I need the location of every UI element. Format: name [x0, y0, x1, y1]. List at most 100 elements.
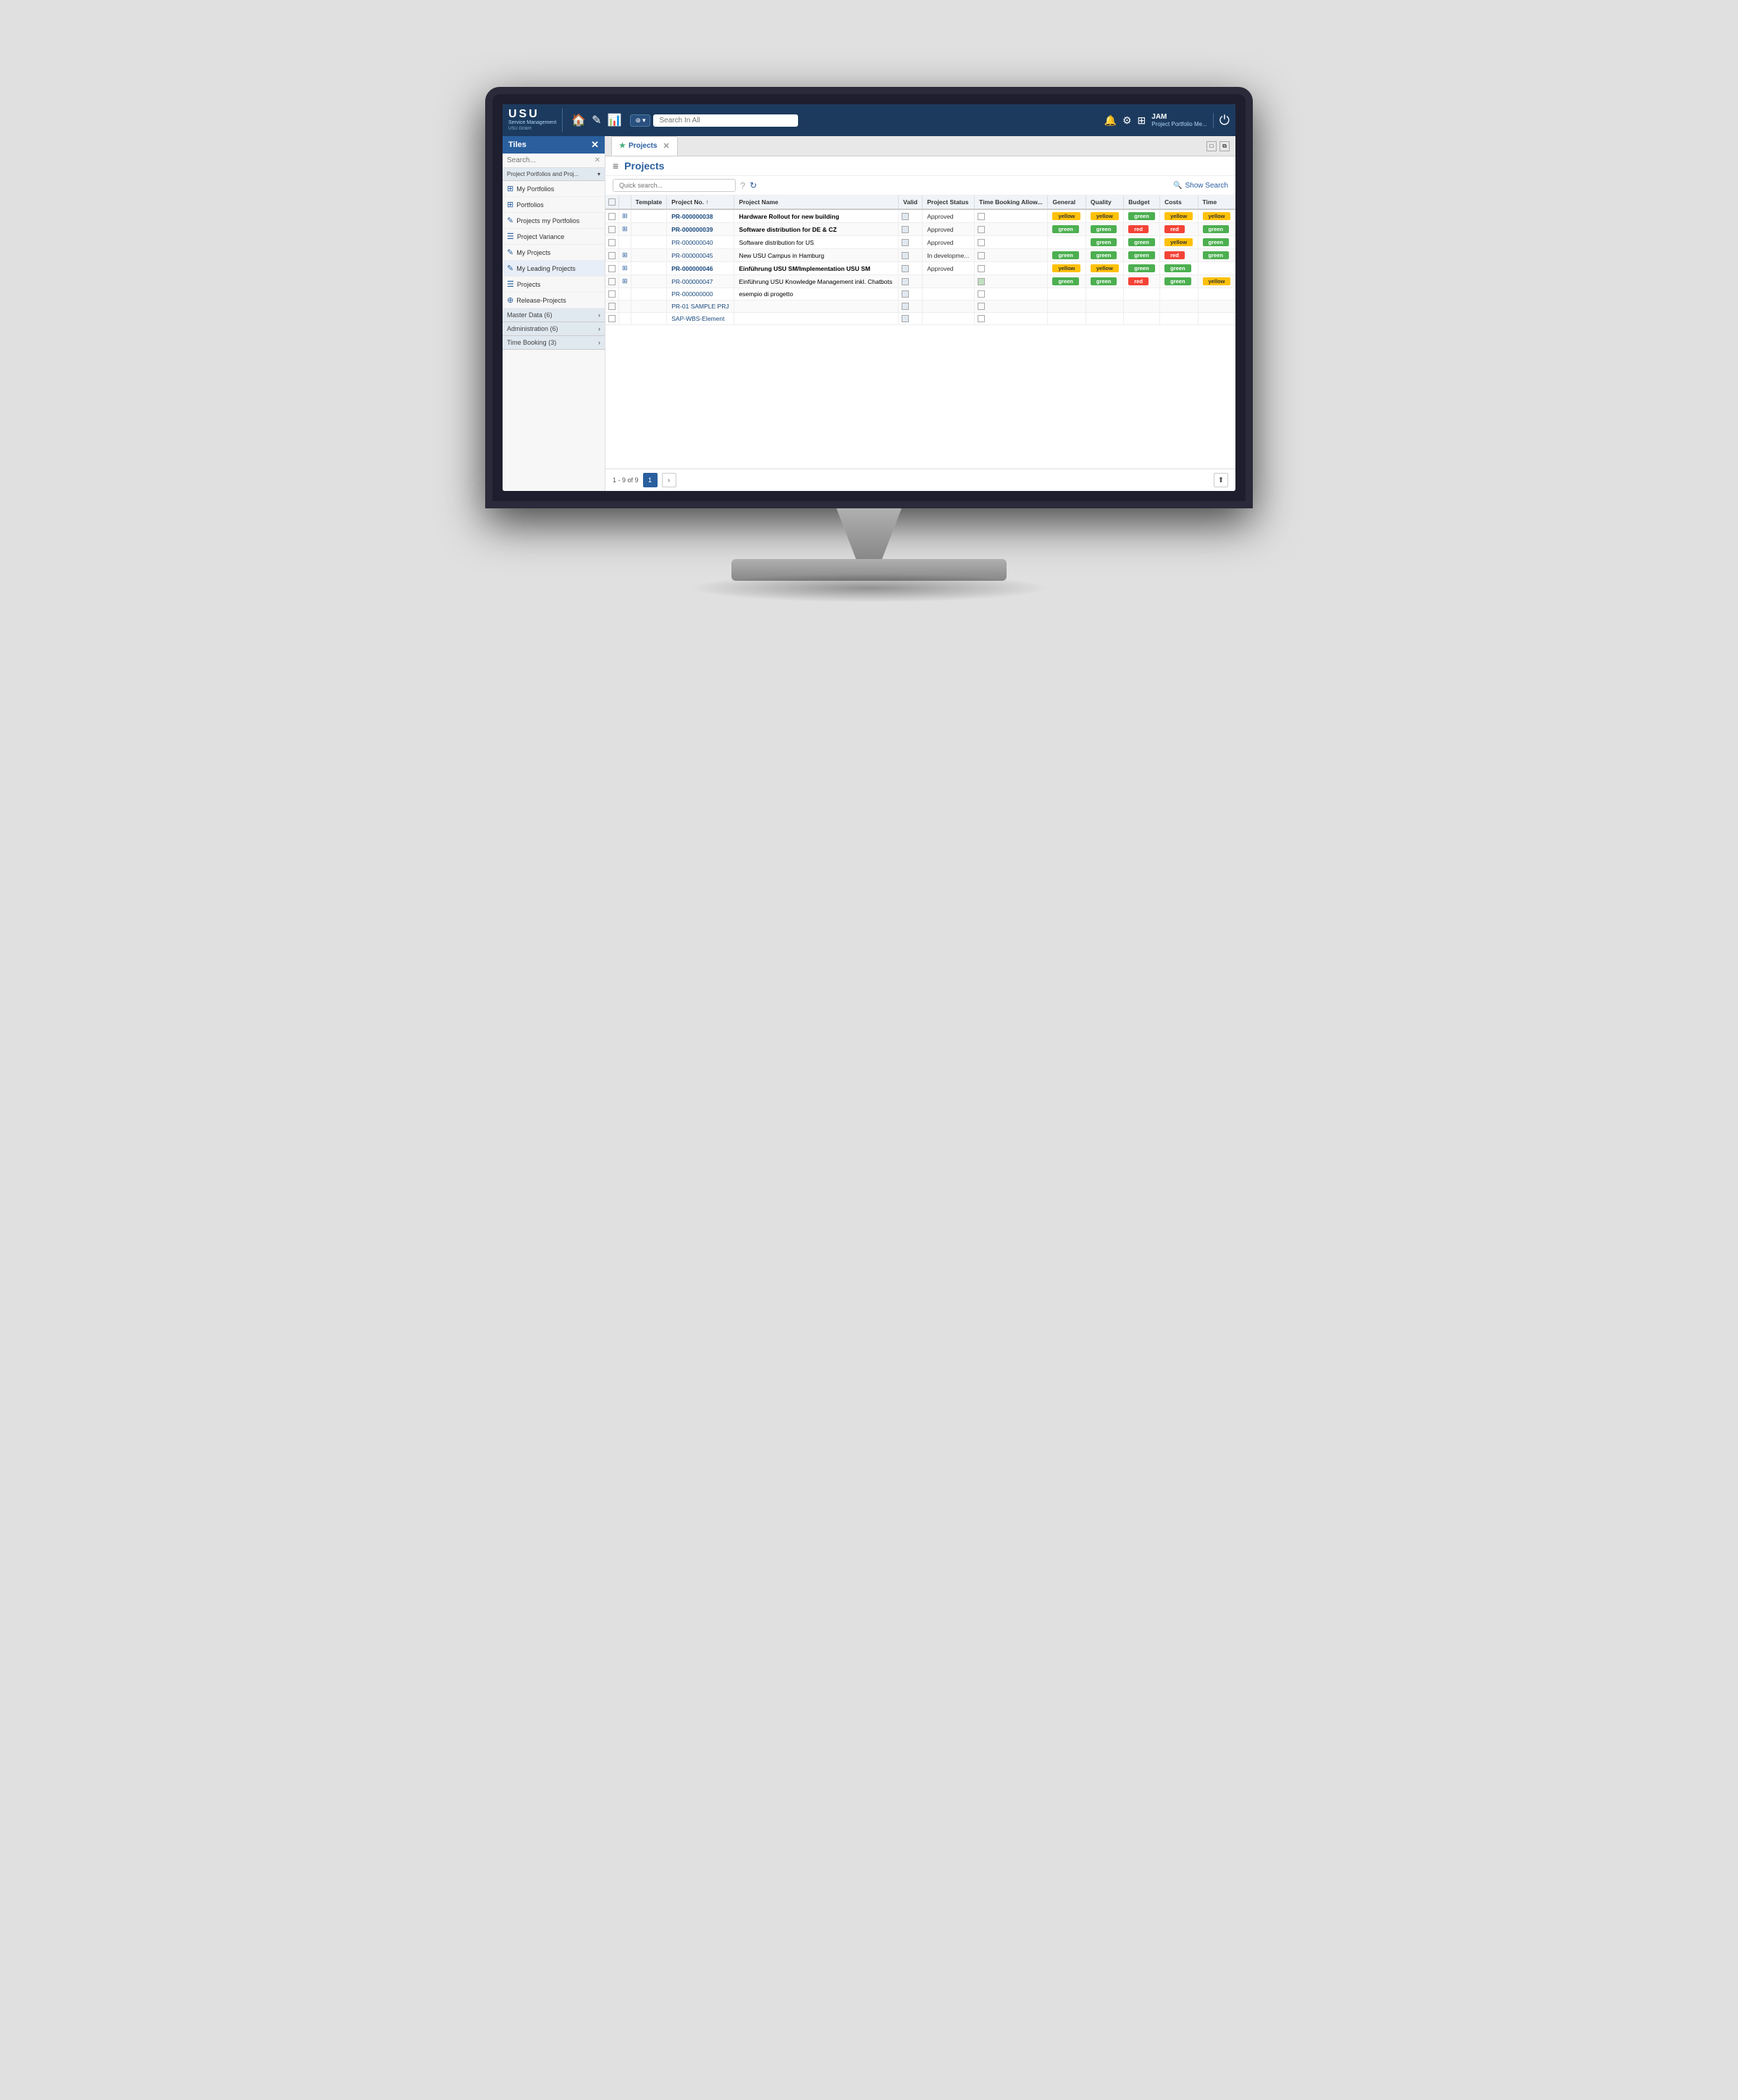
time-booking-cell: [975, 275, 1048, 288]
project-name-cell: [734, 301, 899, 313]
export-icon[interactable]: ⬆: [1214, 473, 1228, 487]
my-projects-icon: ✎: [507, 248, 513, 257]
project-no-cell: PR-000000000: [667, 288, 734, 301]
table-cell: green: [1048, 223, 1086, 236]
chart-icon[interactable]: 📊: [607, 113, 621, 127]
row-checkbox[interactable]: [608, 265, 616, 272]
table-cell: yellow: [1048, 262, 1086, 275]
table-cell: green: [1124, 209, 1160, 223]
col-project-no[interactable]: Project No. ↑: [667, 196, 734, 209]
row-checkbox[interactable]: [608, 290, 616, 298]
table-cell: red: [1160, 249, 1198, 262]
tab-close-icon[interactable]: ✕: [663, 141, 669, 151]
notifications-icon[interactable]: 🔔: [1104, 114, 1117, 127]
row-checkbox[interactable]: [608, 278, 616, 285]
maximize-icon[interactable]: □: [1206, 141, 1217, 151]
table-cell: [1124, 301, 1160, 313]
sidebar-item-project-variance[interactable]: ☰ Project Variance: [503, 229, 605, 245]
sidebar-collapse-master-data[interactable]: Master Data (6) ›: [503, 308, 605, 322]
project-name-cell: Hardware Rollout for new building: [734, 209, 899, 223]
page-title: Projects: [624, 160, 664, 172]
sidebar-item-my-portfolios[interactable]: ⊞ My Portfolios: [503, 181, 605, 197]
row-icon-cell: [619, 301, 631, 313]
show-search-button[interactable]: 🔍 Show Search: [1173, 182, 1228, 190]
table-cell: [1048, 236, 1086, 249]
time-booking-cell: [975, 262, 1048, 275]
table-row[interactable]: ⊞PR-000000039Software distribution for D…: [605, 223, 1235, 236]
sidebar-item-my-projects[interactable]: ✎ My Projects: [503, 245, 605, 261]
edit-icon[interactable]: ✎: [592, 113, 601, 127]
sidebar-item-projects-my-portfolios[interactable]: ✎ Projects my Portfolios: [503, 213, 605, 229]
valid-cell: [899, 262, 923, 275]
hamburger-menu-icon[interactable]: ≡: [613, 160, 618, 172]
search-scope-dropdown[interactable]: ⊛ ▾: [630, 114, 650, 127]
table-row[interactable]: PR-000000040Software distribution for US…: [605, 236, 1235, 249]
row-checkbox[interactable]: [608, 252, 616, 259]
logo-gmbh: USU GmbH: [508, 127, 556, 132]
quick-search-input[interactable]: [613, 179, 736, 192]
table-row[interactable]: SAP-WBS-Element: [605, 313, 1235, 325]
row-checkbox-cell: [605, 262, 619, 275]
sidebar-search-close[interactable]: ✕: [595, 156, 600, 164]
row-checkbox[interactable]: [608, 315, 616, 322]
col-budget: Budget: [1124, 196, 1160, 209]
monitor-bezel: USU Service Management USU GmbH 🏠 ✎ 📊 ⊛: [485, 87, 1253, 508]
page-1-button[interactable]: 1: [643, 473, 658, 487]
sidebar-item-my-leading-projects[interactable]: ✎ My Leading Projects: [503, 261, 605, 277]
table-row[interactable]: ⊞PR-000000045New USU Campus in HamburgIn…: [605, 249, 1235, 262]
table-row[interactable]: ⊞PR-000000038Hardware Rollout for new bu…: [605, 209, 1235, 223]
portfolios-icon: ⊞: [507, 200, 513, 209]
logout-icon[interactable]: ⏻: [1213, 113, 1230, 128]
sidebar-item-portfolios[interactable]: ⊞ Portfolios: [503, 197, 605, 213]
valid-cell: [899, 288, 923, 301]
settings-icon[interactable]: ⚙: [1122, 114, 1132, 127]
sidebar-item-release-projects[interactable]: ⊕ Release-Projects: [503, 293, 605, 308]
projects-tab[interactable]: ★ Projects ✕: [611, 136, 678, 156]
row-checkbox[interactable]: [608, 213, 616, 220]
sidebar-close-icon[interactable]: ✕: [591, 139, 599, 151]
table-cell: [1048, 288, 1086, 301]
home-icon[interactable]: 🏠: [571, 113, 586, 127]
search-scope-arrow: ▾: [642, 117, 646, 125]
time-booking-cell: [975, 249, 1048, 262]
sidebar-title: Tiles: [508, 140, 526, 149]
page-next-button[interactable]: ›: [662, 473, 676, 487]
show-search-label: Show Search: [1185, 182, 1228, 190]
table-cell: green: [1160, 262, 1198, 275]
time-booking-cell: [975, 288, 1048, 301]
table-row[interactable]: PR-01 SAMPLE PRJ: [605, 301, 1235, 313]
tab-window-controls: □ ⧉: [1206, 141, 1230, 151]
row-checkbox-cell: [605, 288, 619, 301]
topbar: USU Service Management USU GmbH 🏠 ✎ 📊 ⊛: [503, 104, 1235, 136]
row-checkbox[interactable]: [608, 303, 616, 310]
table-row[interactable]: PR-000000000esempio di progetto: [605, 288, 1235, 301]
sidebar-search-input[interactable]: [507, 156, 591, 164]
table-cell: In developme...: [923, 249, 975, 262]
table-cell: [631, 313, 667, 325]
row-icon-cell: ⊞: [619, 262, 631, 275]
header-checkbox[interactable]: [608, 198, 616, 206]
sidebar-item-projects[interactable]: ☰ Projects: [503, 277, 605, 293]
time-booking-cell: [975, 301, 1048, 313]
sidebar-collapse-administration[interactable]: Administration (6) ›: [503, 322, 605, 336]
sidebar-collapse-time-booking[interactable]: Time Booking (3) ›: [503, 336, 605, 350]
search-refresh-icon[interactable]: ↻: [750, 180, 757, 190]
valid-cell: [899, 223, 923, 236]
restore-icon[interactable]: ⧉: [1219, 141, 1230, 151]
row-checkbox[interactable]: [608, 239, 616, 246]
grid-icon[interactable]: ⊞: [1138, 114, 1146, 127]
table-wrapper: Template Project No. ↑ Project Name Vali…: [605, 196, 1235, 469]
global-search-input[interactable]: [653, 114, 798, 127]
table-row[interactable]: ⊞PR-000000047Einführung USU Knowledge Ma…: [605, 275, 1235, 288]
master-data-label: Master Data (6): [507, 311, 553, 319]
row-checkbox[interactable]: [608, 226, 616, 233]
sidebar-category-portfolios[interactable]: Project Portfolios and Proj... ▾: [503, 168, 605, 181]
row-checkbox-cell: [605, 301, 619, 313]
col-project-status: Project Status: [923, 196, 975, 209]
table-cell: [1160, 313, 1198, 325]
tabs-bar: ★ Projects ✕ □ ⧉: [605, 136, 1235, 156]
table-cell: Approved: [923, 236, 975, 249]
search-help-icon[interactable]: ?: [740, 180, 745, 191]
col-time: Time: [1198, 196, 1235, 209]
table-row[interactable]: ⊞PR-000000046Einführung USU SM/Implement…: [605, 262, 1235, 275]
